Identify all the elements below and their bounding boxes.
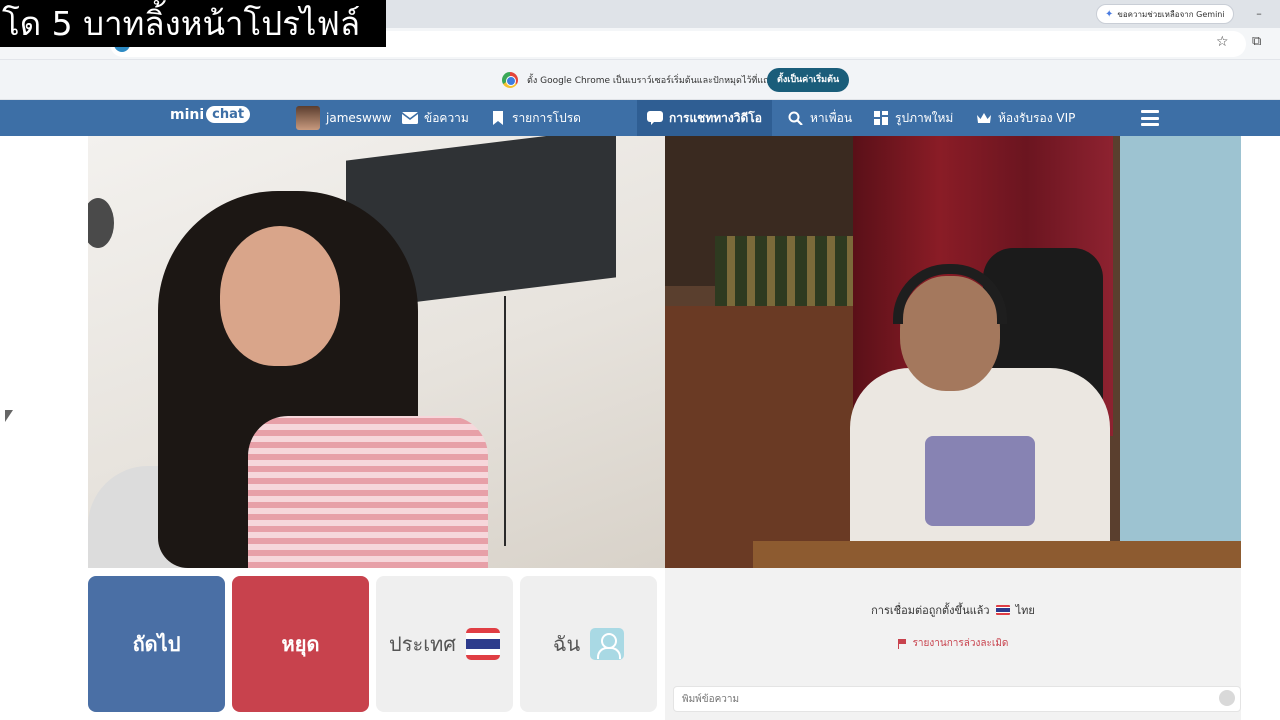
chat-panel: การเชื่อมต่อถูกตั้งขึ้นแล้ว ไทย รายงานกา… — [665, 568, 1241, 720]
infobar-message: ตั้ง Google Chrome เป็นเบราว์เซอร์เริ่มต… — [527, 76, 790, 86]
site-navbar: mini chat jameswww ข้อความ รายการโปรด กา… — [0, 100, 1280, 136]
background-wall — [1120, 136, 1241, 568]
grid-icon — [874, 111, 888, 125]
emoji-icon[interactable] — [1219, 690, 1235, 706]
sparkle-icon: ✦ — [1105, 8, 1114, 20]
gemini-help-label: ขอความช่วยเหลือจาก Gemini — [1117, 9, 1225, 19]
report-abuse-link[interactable]: รายงานการล่วงละเมิด — [665, 636, 1241, 651]
gemini-help-button[interactable]: ✦ ขอความช่วยเหลือจาก Gemini — [1096, 4, 1234, 24]
next-button[interactable]: ถัดไป — [88, 576, 225, 712]
user-icon — [590, 628, 625, 660]
self-video — [665, 136, 1241, 568]
next-button-label: ถัดไป — [132, 632, 181, 656]
nav-video-chat[interactable]: การแชททางวิดีโอ — [637, 100, 772, 136]
video-overlay-caption: โด 5 บาทลิ้งหน้าโปรไฟล์ — [0, 0, 386, 47]
partner-shirt — [248, 416, 488, 568]
shirt-print — [925, 436, 1035, 526]
nav-username: jameswww — [326, 111, 392, 125]
set-default-button[interactable]: ตั้งเป็นค่าเริ่มต้น — [767, 68, 850, 92]
nav-new-photos-label: รูปภาพใหม่ — [895, 110, 954, 125]
background-bottles — [715, 236, 865, 316]
thailand-flag-icon — [465, 628, 500, 660]
chat-bubble-icon — [647, 111, 663, 125]
country-button-label: ประเทศ — [389, 632, 456, 656]
thailand-flag-icon — [995, 605, 1010, 615]
connection-status: การเชื่อมต่อถูกตั้งขึ้นแล้ว ไทย — [665, 601, 1241, 619]
minimize-button[interactable]: – — [1250, 5, 1268, 23]
country-filter-button[interactable]: ประเทศ — [376, 576, 513, 712]
nav-messages[interactable]: ข้อความ — [402, 100, 469, 136]
search-icon — [788, 111, 803, 125]
envelope-icon — [402, 112, 418, 124]
chrome-logo-icon — [502, 72, 518, 88]
nav-new-photos[interactable]: รูปภาพใหม่ — [873, 100, 953, 136]
background-shelf — [665, 306, 865, 568]
desk — [753, 541, 1241, 568]
nav-vip-room[interactable]: ห้องรับรอง VIP — [976, 100, 1075, 136]
partner-country: ไทย — [1015, 604, 1035, 617]
nav-vip-room-label: ห้องรับรอง VIP — [998, 110, 1076, 125]
bookmark-star-icon[interactable]: ☆ — [1216, 34, 1229, 50]
me-button-label: ฉัน — [552, 632, 581, 656]
nav-video-chat-label: การแชททางวิดีโอ — [669, 110, 762, 125]
report-abuse-label: รายงานการล่วงละเมิด — [912, 638, 1009, 649]
mouse-cursor-icon — [5, 410, 13, 422]
bookmark-icon — [493, 111, 503, 125]
partner-face — [220, 226, 340, 366]
nav-favorites-label: รายการโปรด — [512, 110, 581, 125]
chat-message-input[interactable] — [673, 686, 1241, 712]
me-profile-button[interactable]: ฉัน — [520, 576, 657, 712]
nav-messages-label: ข้อความ — [424, 110, 469, 125]
tv-cable — [504, 296, 506, 546]
nav-find-friends-label: หาเพื่อน — [810, 110, 853, 125]
connection-status-text: การเชื่อมต่อถูกตั้งขึ้นแล้ว — [871, 604, 990, 617]
nav-find-friends[interactable]: หาเพื่อน — [788, 100, 852, 136]
nav-favorites[interactable]: รายการโปรด — [490, 100, 581, 136]
minichat-logo[interactable]: mini chat — [170, 106, 251, 123]
avatar — [296, 106, 320, 130]
logo-text-chat: chat — [206, 106, 251, 123]
menu-icon[interactable] — [1141, 110, 1159, 126]
stop-button-label: หยุด — [281, 632, 320, 656]
nav-profile[interactable]: jameswww — [296, 100, 391, 136]
report-flag-icon — [897, 638, 907, 649]
logo-text-mini: mini — [170, 106, 205, 123]
stop-button[interactable]: หยุด — [232, 576, 369, 712]
partner-video — [88, 136, 665, 568]
wall-clock — [88, 198, 114, 248]
crown-icon — [977, 113, 991, 123]
default-browser-infobar: ตั้ง Google Chrome เป็นเบราว์เซอร์เริ่มต… — [0, 60, 1280, 100]
extensions-icon[interactable]: ⧉ — [1252, 34, 1261, 49]
